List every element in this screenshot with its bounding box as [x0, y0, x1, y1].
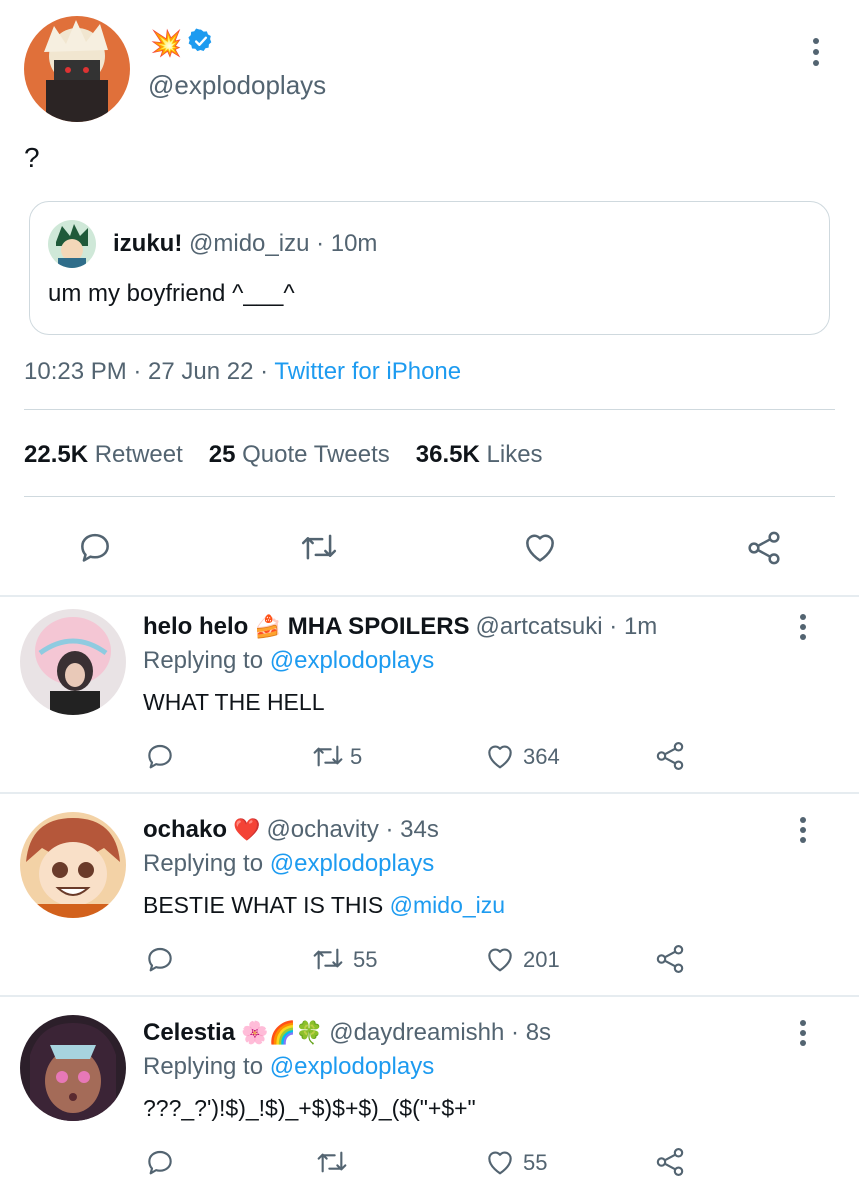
reply-action-bar: 55 [0, 1143, 859, 1183]
stat-quote-tweets[interactable]: 25 Quote Tweets [209, 441, 390, 469]
reply-author-name-suffix[interactable]: MHA SPOILERS [288, 613, 470, 641]
more-options-icon[interactable] [806, 36, 826, 68]
reply-handle-time: @ochavity · 34s [266, 816, 439, 843]
retweet-icon[interactable] [314, 1146, 350, 1183]
reply-text-body: BESTIE WHAT IS THIS [143, 892, 390, 918]
verified-badge-icon [188, 28, 214, 59]
reply-author-name[interactable]: Celestia [143, 1019, 235, 1047]
tweet-text: ? [24, 142, 40, 173]
tweet-meta: 10:23 PM · 27 Jun 22 · Twitter for iPhon… [24, 358, 461, 386]
tweet-timestamp[interactable]: 10:23 PM · 27 Jun 22 · [24, 358, 274, 385]
stat-value: 22.5K [24, 441, 89, 468]
author-display-name: 💥 [150, 28, 183, 58]
more-options-icon[interactable] [793, 816, 813, 844]
stat-label: Quote Tweets [242, 441, 390, 468]
replying-to: Replying to @explodoplays [143, 647, 434, 675]
like-heart-icon[interactable] [484, 740, 516, 777]
reply-tweet[interactable]: ochako ❤️ @ochavity · 34s Replying to @e… [0, 800, 859, 1000]
stat-likes[interactable]: 36.5K Likes [416, 441, 543, 469]
tweet-source-link[interactable]: Twitter for iPhone [274, 358, 461, 385]
author-name-row: 💥 [150, 26, 214, 60]
reply-text: BESTIE WHAT IS THIS @mido_izu [143, 892, 505, 919]
reply-tweet[interactable]: helo helo 🍰 MHA SPOILERS @artcatsuki · 1… [0, 597, 859, 797]
share-icon[interactable] [653, 942, 687, 981]
author-avatar[interactable] [24, 16, 130, 122]
stat-value: 36.5K [415, 441, 480, 468]
stat-retweets[interactable]: 22.5K Retweet [24, 441, 183, 469]
reply-action-bar: 55 201 [0, 940, 859, 980]
share-icon[interactable] [653, 739, 687, 778]
quoted-author-line: izuku! @mido_izu · 10m [113, 230, 377, 258]
replying-to-label: Replying to [143, 850, 270, 877]
reply-text-body: WHAT THE HELL [143, 689, 325, 715]
retweet-icon[interactable] [298, 528, 340, 571]
retweet-icon[interactable] [310, 740, 346, 777]
reply-author-avatar[interactable] [20, 609, 126, 715]
reply-author-line: Celestia 🌸🌈🍀 @daydreamishh · 8s [143, 1019, 551, 1047]
reply-text-mention[interactable]: @mido_izu [390, 892, 505, 918]
quoted-tweet-text: um my boyfriend ^___^ [48, 280, 295, 307]
reply-author-line: ochako ❤️ @ochavity · 34s [143, 816, 439, 844]
reply-handle-time: @daydreamishh · 8s [329, 1019, 552, 1046]
reply-icon[interactable] [76, 528, 114, 571]
section-separator [0, 995, 859, 997]
reply-action-bar: 5 364 [0, 737, 859, 777]
like-heart-icon[interactable] [484, 943, 516, 980]
reply-handle-time: @artcatsuki · 1m [475, 613, 658, 640]
reply-text: ???_?')!$)_!$)_+$)$+$)_($("+$+" [143, 1095, 476, 1122]
like-heart-icon[interactable] [521, 528, 559, 571]
share-icon[interactable] [653, 1145, 687, 1184]
divider [24, 409, 835, 410]
quoted-author-avatar[interactable] [48, 220, 96, 268]
reply-text-body: ???_?')!$)_!$)_+$)$+$)_($("+$+" [143, 1095, 476, 1121]
cake-emoji: 🍰 [254, 614, 282, 639]
more-options-icon[interactable] [793, 613, 813, 641]
quoted-author-name[interactable]: izuku! [113, 230, 182, 257]
replying-to-label: Replying to [143, 647, 270, 674]
stat-label: Likes [486, 441, 543, 468]
reply-author-name[interactable]: ochako [143, 816, 227, 844]
retweet-icon[interactable] [310, 943, 346, 980]
reply-author-name[interactable]: helo helo [143, 613, 248, 641]
quoted-tweet-card[interactable]: izuku! @mido_izu · 10m um my boyfriend ^… [29, 201, 830, 335]
share-icon[interactable] [744, 528, 784, 573]
reply-icon[interactable] [144, 943, 176, 980]
reply-author-avatar[interactable] [20, 1015, 126, 1121]
replying-to: Replying to @explodoplays [143, 1053, 434, 1081]
like-count: 201 [523, 947, 560, 972]
quoted-handle-time: @mido_izu · 10m [189, 230, 378, 257]
reply-icon[interactable] [144, 1146, 176, 1183]
tweet-action-bar [0, 520, 859, 580]
reply-text: WHAT THE HELL [143, 689, 324, 716]
section-separator [0, 792, 859, 794]
heart-emoji: ❤️ [233, 817, 261, 842]
stat-value: 25 [208, 441, 236, 468]
replying-to-mention[interactable]: @explodoplays [270, 850, 434, 877]
reply-author-avatar[interactable] [20, 812, 126, 918]
divider [24, 496, 835, 497]
stat-label: Retweet [94, 441, 183, 468]
retweet-count: 55 [353, 947, 378, 972]
like-heart-icon[interactable] [484, 1146, 516, 1183]
retweet-count: 5 [350, 744, 363, 769]
replying-to-label: Replying to [143, 1053, 270, 1080]
reply-icon[interactable] [144, 740, 176, 777]
replying-to-mention[interactable]: @explodoplays [270, 1053, 434, 1080]
like-count: 364 [523, 744, 560, 769]
flower-rainbow-clover-emoji: 🌸🌈🍀 [241, 1020, 324, 1045]
replying-to-mention[interactable]: @explodoplays [270, 647, 434, 674]
reply-author-line: helo helo 🍰 MHA SPOILERS @artcatsuki · 1… [143, 613, 657, 641]
author-handle[interactable]: @explodoplays [148, 70, 326, 101]
like-count: 55 [523, 1150, 548, 1175]
tweet-stats: 22.5K Retweet 25 Quote Tweets 36.5K Like… [24, 441, 543, 469]
replying-to: Replying to @explodoplays [143, 850, 434, 878]
reply-tweet[interactable]: Celestia 🌸🌈🍀 @daydreamishh · 8s Replying… [0, 1003, 859, 1200]
more-options-icon[interactable] [793, 1019, 813, 1047]
